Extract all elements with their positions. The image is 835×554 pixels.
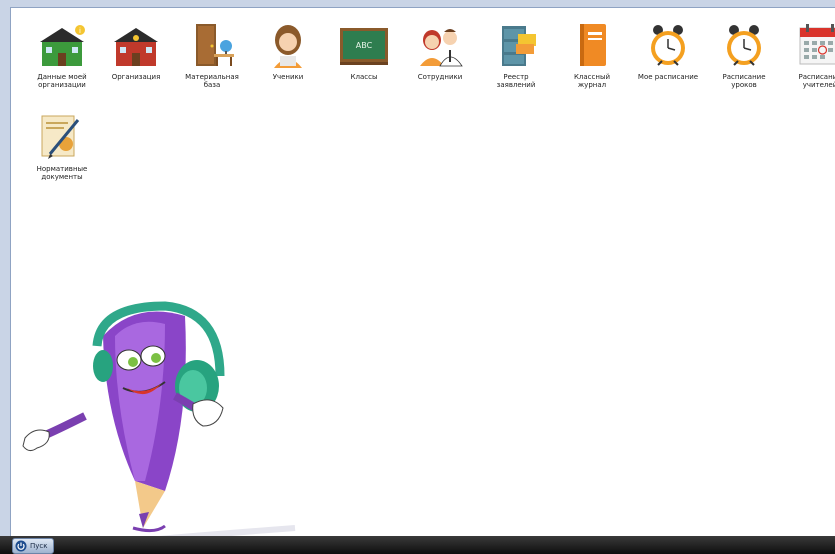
icon-label: Нормативные документы (36, 165, 88, 181)
icon-label: Классы (350, 73, 378, 81)
calendar-icon (799, 24, 835, 65)
power-icon (15, 540, 27, 552)
desktop-icon-class-journal[interactable]: Классный журнал (555, 20, 629, 89)
desktop-icon-organization[interactable]: Организация (99, 20, 173, 81)
desktop-icon-regulatory-documents[interactable]: Нормативные документы (25, 112, 99, 181)
start-label: Пуск (30, 542, 48, 550)
desktop-icon-students[interactable]: Ученики (251, 20, 325, 81)
red-school-icon (114, 28, 158, 66)
icon-label: Классный журнал (573, 73, 611, 89)
door-and-desk-icon (196, 24, 234, 66)
icon-label: Организация (111, 73, 161, 81)
orange-notebook-icon (580, 24, 606, 66)
green-school-icon: i (40, 25, 85, 66)
filing-cabinet-icon (502, 26, 536, 66)
taskbar: Пуск (0, 536, 835, 554)
desktop-icon-my-organization-data[interactable]: i Данные моей организации (25, 20, 99, 89)
alarm-clock-icon (727, 25, 761, 66)
desktop: i Данные моей организации Организация Ма… (10, 7, 835, 537)
icon-label: Расписание уроков (722, 73, 766, 89)
student-girl-icon (274, 25, 302, 68)
svg-text:i: i (79, 27, 81, 35)
icon-label: Сотрудники (417, 73, 463, 81)
pencil-mascot-headphones-icon (22, 301, 296, 537)
icon-label: Расписание учителей (798, 73, 835, 89)
icon-label: Ученики (272, 73, 304, 81)
desktop-icon-lesson-schedule[interactable]: Расписание уроков (707, 20, 781, 89)
chalkboard-icon: ABC (340, 28, 388, 65)
desktop-icon-my-schedule[interactable]: Мое расписание (631, 20, 705, 81)
staff-people-icon (420, 29, 463, 67)
start-button[interactable]: Пуск (12, 538, 55, 554)
icon-label: Мое расписание (637, 73, 699, 81)
desktop-icon-staff[interactable]: Сотрудники (403, 20, 477, 81)
icon-label: Материальная база (185, 73, 239, 89)
svg-text:ABC: ABC (356, 41, 373, 50)
desktop-icon-applications-register[interactable]: Реестр заявлений (479, 20, 553, 89)
desktop-icon-teacher-schedule[interactable]: Расписание учителей (783, 20, 835, 89)
icon-label: Данные моей организации (37, 73, 87, 89)
documents-pen-icon (41, 115, 80, 159)
desktop-icon-classes[interactable]: ABC Классы (327, 20, 401, 81)
desktop-icon-material-base[interactable]: Материальная база (175, 20, 249, 89)
alarm-clock-icon (651, 25, 685, 66)
icon-label: Реестр заявлений (496, 73, 536, 89)
